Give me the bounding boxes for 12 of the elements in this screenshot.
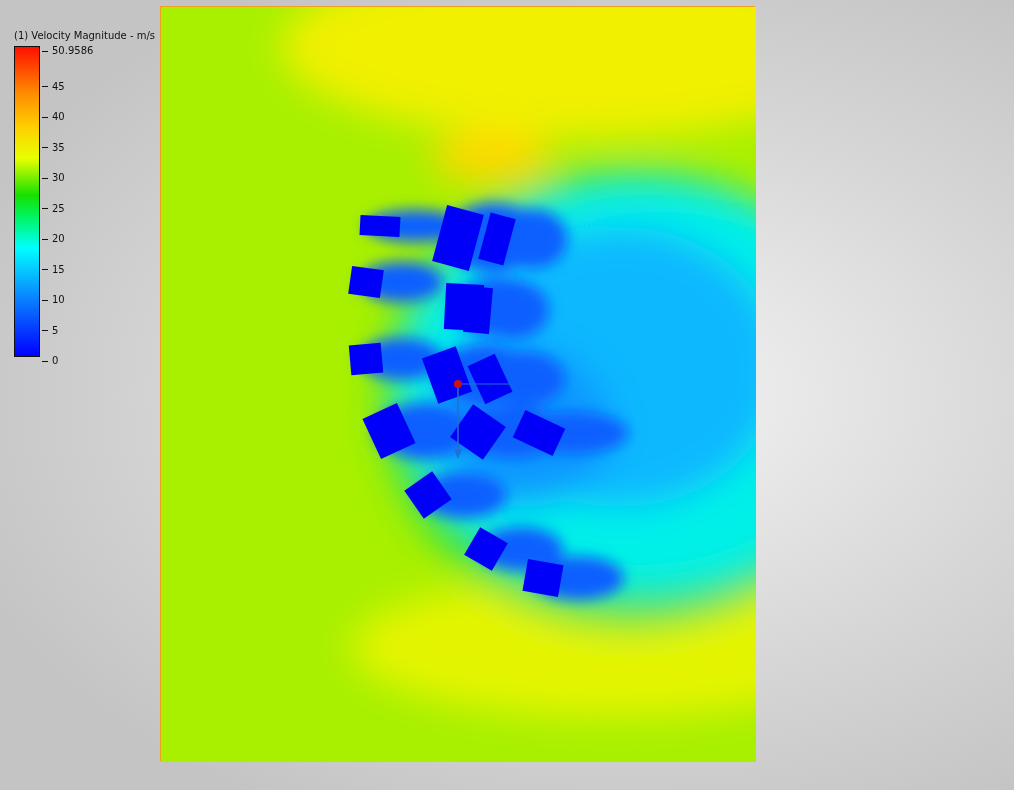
scale-label: 10 — [42, 295, 65, 305]
scale-label: 20 — [42, 234, 65, 244]
scale-label: 50.9586 — [42, 46, 94, 56]
scale-label: 15 — [42, 264, 65, 275]
scale-label: 5 — [42, 325, 59, 336]
scale-label: 30 — [42, 173, 65, 183]
scale-label: 0 — [42, 356, 59, 366]
scale-label: 40 — [42, 112, 65, 122]
legend-title: (1) Velocity Magnitude - m/s — [14, 30, 156, 42]
scale-label: 25 — [42, 203, 65, 214]
scale-label: 35 — [42, 142, 65, 153]
scale-label: 45 — [42, 81, 65, 92]
